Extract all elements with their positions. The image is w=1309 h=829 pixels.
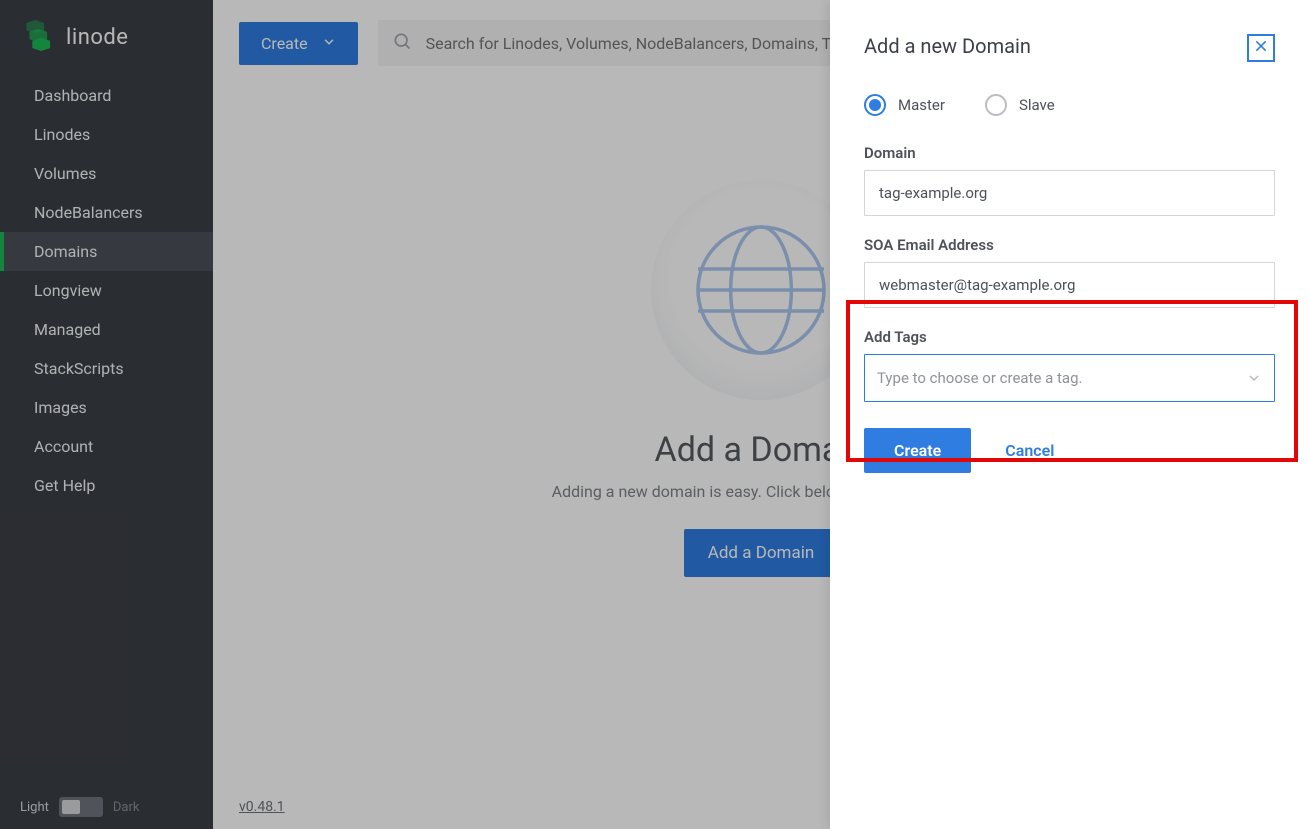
add-domain-drawer: Add a new Domain Master Slave Domain SOA… — [830, 0, 1309, 829]
brand-name: linode — [66, 25, 128, 50]
radio-circle-icon — [985, 94, 1007, 116]
domain-type-radio-group: Master Slave — [864, 94, 1275, 116]
sidebar-item-longview[interactable]: Longview — [0, 271, 213, 310]
theme-toggle[interactable] — [59, 797, 103, 817]
version-link[interactable]: v0.48.1 — [239, 799, 285, 815]
sidebar-item-domains[interactable]: Domains — [0, 232, 213, 271]
sidebar-item-stackscripts[interactable]: StackScripts — [0, 349, 213, 388]
sidebar-item-managed[interactable]: Managed — [0, 310, 213, 349]
drawer-create-button[interactable]: Create — [864, 428, 971, 473]
brand: linode — [0, 0, 213, 72]
tags-placeholder: Type to choose or create a tag. — [877, 369, 1082, 387]
domain-field-label: Domain — [864, 144, 1275, 162]
close-icon — [1253, 38, 1269, 58]
radio-master[interactable]: Master — [864, 94, 945, 116]
footer: v0.48.1 — [239, 799, 285, 815]
radio-master-label: Master — [898, 96, 945, 114]
sidebar: linode Dashboard Linodes Volumes NodeBal… — [0, 0, 213, 829]
nav: Dashboard Linodes Volumes NodeBalancers … — [0, 76, 213, 505]
sidebar-item-account[interactable]: Account — [0, 427, 213, 466]
sidebar-item-images[interactable]: Images — [0, 388, 213, 427]
radio-circle-icon — [864, 94, 886, 116]
sidebar-item-dashboard[interactable]: Dashboard — [0, 76, 213, 115]
domain-input[interactable] — [864, 170, 1275, 216]
sidebar-item-nodebalancers[interactable]: NodeBalancers — [0, 193, 213, 232]
sidebar-item-gethelp[interactable]: Get Help — [0, 466, 213, 505]
theme-dark-label: Dark — [113, 800, 140, 815]
theme-light-label: Light — [20, 800, 49, 815]
create-button-label: Create — [261, 34, 308, 53]
add-domain-button[interactable]: Add a Domain — [684, 529, 838, 577]
radio-slave-label: Slave — [1019, 96, 1055, 114]
brand-logo-icon — [24, 20, 54, 54]
soa-email-label: SOA Email Address — [864, 236, 1275, 254]
chevron-down-icon — [322, 34, 336, 53]
soa-email-input[interactable] — [864, 262, 1275, 308]
tags-input[interactable]: Type to choose or create a tag. — [864, 354, 1275, 402]
drawer-title: Add a new Domain — [864, 34, 1031, 58]
drawer-cancel-button[interactable]: Cancel — [1005, 441, 1054, 460]
sidebar-item-volumes[interactable]: Volumes — [0, 154, 213, 193]
search-icon — [392, 31, 412, 55]
tags-field-label: Add Tags — [864, 328, 1275, 346]
create-button[interactable]: Create — [239, 22, 358, 65]
theme-switcher: Light Dark — [0, 785, 213, 829]
sidebar-item-linodes[interactable]: Linodes — [0, 115, 213, 154]
chevron-down-icon — [1246, 370, 1262, 386]
close-button[interactable] — [1247, 34, 1275, 62]
radio-slave[interactable]: Slave — [985, 94, 1055, 116]
